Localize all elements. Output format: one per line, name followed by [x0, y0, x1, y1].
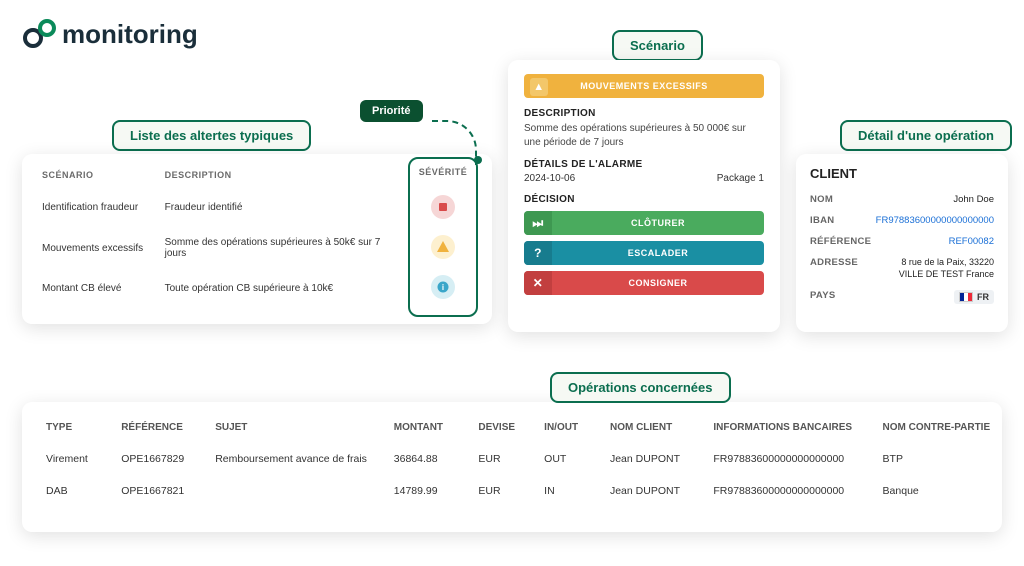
priorite-tag: Priorité	[360, 100, 423, 122]
operations-table: TYPE RÉFÉRENCE SUJET MONTANT DEVISE IN/O…	[42, 414, 982, 507]
alarm-details-row: 2024-10-06 Package 1	[524, 173, 764, 184]
alerts-list-card: SCÉNARIO DESCRIPTION Identification frau…	[22, 154, 492, 324]
info-icon: i	[431, 275, 455, 299]
logo-text: monitoring	[62, 19, 198, 50]
col-severite: SÉVÉRITÉ	[419, 167, 468, 177]
col-description: DESCRIPTION	[161, 164, 406, 190]
detail-tag: Détail d'une opération	[840, 120, 1012, 151]
client-nom: John Doe	[953, 194, 994, 205]
client-section-title: CLIENT	[810, 166, 994, 181]
priorite-connector	[432, 120, 477, 165]
alarm-date: 2024-10-06	[524, 173, 575, 184]
consigner-button[interactable]: ✕ CONSIGNER	[524, 271, 764, 295]
app-logo: monitoring	[22, 18, 198, 50]
stop-icon	[431, 195, 455, 219]
country-badge: FR	[954, 290, 994, 304]
flag-fr-icon	[959, 292, 973, 302]
client-reference[interactable]: REF00082	[949, 236, 994, 247]
table-row: DAB OPE1667821 14789.99 EUR IN Jean DUPO…	[42, 475, 982, 507]
fast-forward-icon: ⏭	[524, 211, 552, 235]
alarm-banner: ▲ MOUVEMENTS EXCESSIFS	[524, 74, 764, 98]
operations-tag: Opérations concernées	[550, 372, 731, 403]
escalader-button[interactable]: ? ESCALADER	[524, 241, 764, 265]
col-scenario: SCÉNARIO	[38, 164, 161, 190]
operations-card: TYPE RÉFÉRENCE SUJET MONTANT DEVISE IN/O…	[22, 402, 1002, 532]
description-label: DESCRIPTION	[524, 108, 764, 119]
detail-card: CLIENT NOMJohn Doe IBANFR978836000000000…	[796, 154, 1008, 332]
decision-label: DÉCISION	[524, 194, 764, 205]
warning-icon: ▲	[530, 78, 548, 96]
svg-text:i: i	[442, 283, 444, 292]
description-text: Somme des opérations supérieures à 50 00…	[524, 122, 764, 149]
close-icon: ✕	[524, 271, 552, 295]
alarm-details-label: DÉTAILS DE L'ALARME	[524, 159, 764, 170]
severity-highlight-column: SÉVÉRITÉ i	[408, 157, 478, 317]
priorite-connector-dot	[474, 156, 482, 164]
warning-icon	[431, 235, 455, 259]
scenario-card: ▲ MOUVEMENTS EXCESSIFS DESCRIPTION Somme…	[508, 60, 780, 332]
alarm-package: Package 1	[717, 173, 764, 184]
cloturer-button[interactable]: ⏭ CLÔTURER	[524, 211, 764, 235]
alerts-list-tag: Liste des altertes typiques	[112, 120, 311, 151]
logo-mark-icon	[22, 18, 60, 50]
client-adresse: 8 rue de la Paix, 33220 VILLE DE TEST Fr…	[899, 257, 994, 280]
table-row: Virement OPE1667829 Remboursement avance…	[42, 443, 982, 475]
question-icon: ?	[524, 241, 552, 265]
client-iban[interactable]: FR97883600000000000000	[876, 215, 994, 226]
scenario-tag: Scénario	[612, 30, 703, 61]
